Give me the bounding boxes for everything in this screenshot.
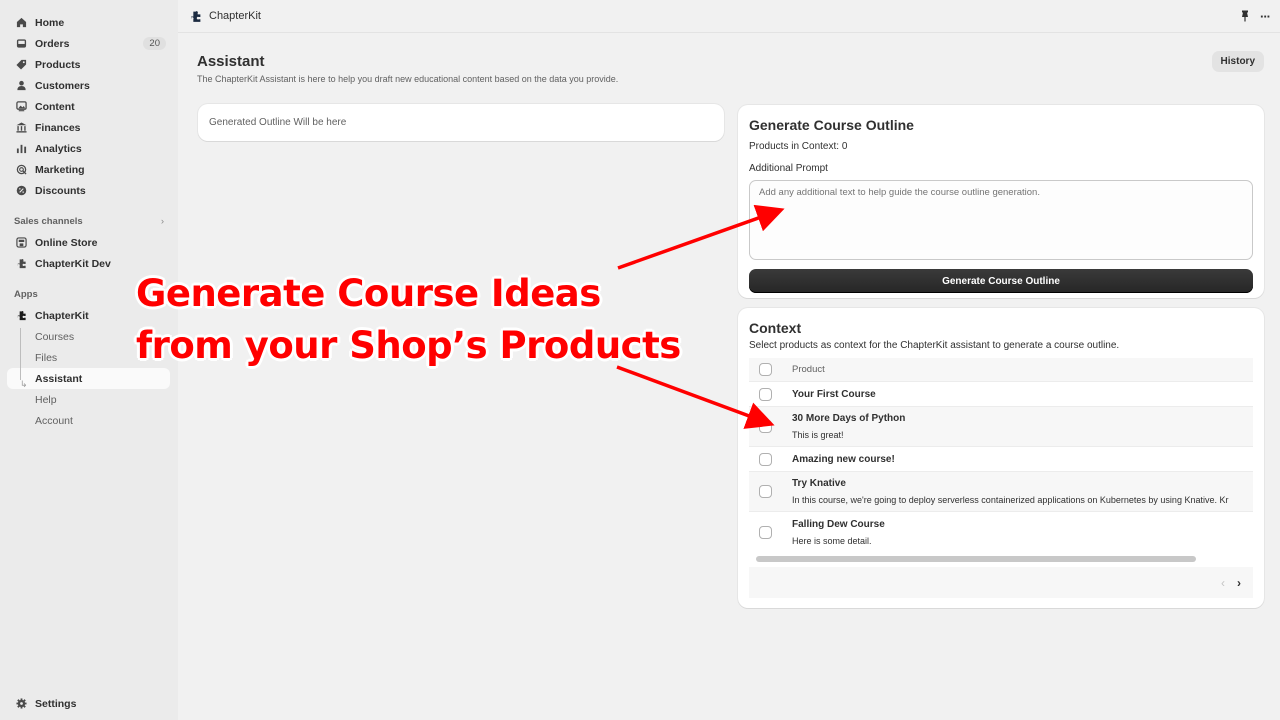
bank-icon — [15, 122, 27, 134]
generate-outline-card: Generate Course Outline Products in Cont… — [738, 105, 1264, 298]
product-name: 30 More Days of Python — [792, 413, 906, 424]
table-row[interactable]: Falling Dew Course Here is some detail. — [749, 512, 1253, 552]
home-icon — [15, 17, 27, 29]
sidebar-subitem-help[interactable]: Help — [0, 389, 178, 410]
sidebar-item-discounts[interactable]: Discounts — [0, 180, 178, 201]
products-in-context-count: Products in Context: 0 — [749, 141, 848, 152]
sidebar-item-marketing[interactable]: Marketing — [0, 159, 178, 180]
sidebar-subitem-account[interactable]: Account — [0, 410, 178, 431]
previous-page-button[interactable]: ‹ — [1221, 576, 1225, 590]
outline-placeholder-text: Generated Outline Will be here — [209, 117, 347, 128]
sidebar-item-customers[interactable]: Customers — [0, 75, 178, 96]
image-icon — [15, 101, 27, 113]
column-header-product: Product — [792, 364, 825, 375]
generate-course-outline-button[interactable]: Generate Course Outline — [749, 269, 1253, 293]
page-title: Assistant — [197, 53, 265, 70]
generate-outline-title: Generate Course Outline — [749, 117, 914, 133]
sidebar-item-settings[interactable]: Settings — [0, 693, 178, 714]
additional-prompt-input[interactable] — [749, 180, 1253, 260]
table-header-row: Product — [749, 358, 1253, 382]
sidebar-item-orders[interactable]: Orders 20 — [0, 33, 178, 54]
discount-icon — [15, 185, 27, 197]
puzzle-icon — [15, 310, 27, 322]
sidebar-item-content[interactable]: Content — [0, 96, 178, 117]
store-icon — [15, 237, 27, 249]
product-name: Falling Dew Course — [792, 518, 885, 530]
product-name: Try Knative — [792, 478, 846, 489]
product-detail: Here is some detail. — [792, 535, 872, 546]
table-row[interactable]: Amazing new course! — [749, 447, 1253, 472]
chevron-right-icon: › — [160, 215, 164, 227]
orders-count-badge: 20 — [143, 37, 166, 50]
sidebar-subitem-courses[interactable]: Courses — [0, 326, 178, 347]
next-page-button[interactable]: › — [1237, 576, 1241, 590]
tree-arrow-icon: ↳ — [20, 379, 28, 389]
context-card: Context Select products as context for t… — [738, 308, 1264, 608]
chapterkit-logo-icon — [189, 10, 202, 23]
app-topbar: ChapterKit ··· — [178, 0, 1280, 33]
product-name: Amazing new course! — [792, 453, 895, 465]
history-button[interactable]: History — [1211, 51, 1264, 72]
additional-prompt-label: Additional Prompt — [749, 163, 828, 174]
page-subtitle: The ChapterKit Assistant is here to help… — [197, 74, 619, 84]
products-table: Product Your First Course 30 More Days o… — [749, 358, 1253, 552]
person-icon — [15, 80, 27, 92]
sidebar-item-analytics[interactable]: Analytics — [0, 138, 178, 159]
context-description: Select products as context for the Chapt… — [749, 340, 1120, 351]
sidebar-item-products[interactable]: Products — [0, 54, 178, 75]
pagination: ‹ › — [749, 567, 1253, 598]
sidebar-item-home[interactable]: Home — [0, 12, 178, 33]
context-title: Context — [749, 320, 802, 336]
row-checkbox[interactable] — [759, 387, 772, 401]
more-horizontal-icon[interactable]: ··· — [1260, 9, 1271, 24]
table-row[interactable]: 30 More Days of Python This is great! — [749, 407, 1253, 447]
row-checkbox[interactable] — [759, 525, 772, 539]
horizontal-scrollbar[interactable] — [756, 556, 1196, 562]
pin-icon[interactable] — [1240, 10, 1250, 22]
sidebar-subitem-assistant[interactable]: Assistant — [7, 368, 170, 389]
row-checkbox[interactable] — [759, 452, 772, 466]
row-checkbox[interactable] — [759, 420, 772, 433]
table-row[interactable]: Your First Course — [749, 382, 1253, 407]
sidebar-item-chapterkit-dev[interactable]: ChapterKit Dev — [0, 253, 178, 274]
tree-connector — [20, 328, 21, 380]
sales-channels-header[interactable]: Sales channels › — [0, 213, 178, 229]
product-detail: In this course, we're going to deploy se… — [792, 495, 1229, 505]
apps-header: Apps — [14, 288, 38, 300]
inbox-icon — [15, 38, 27, 50]
main-content: Assistant The ChapterKit Assistant is he… — [178, 33, 1280, 720]
product-detail: This is great! — [792, 430, 844, 440]
gear-icon — [15, 698, 27, 710]
bar-chart-icon — [15, 143, 27, 155]
app-name: ChapterKit — [209, 10, 261, 22]
puzzle-icon — [15, 258, 27, 270]
sidebar-subitem-files[interactable]: Files — [0, 347, 178, 368]
tag-icon — [15, 59, 27, 71]
target-icon — [15, 164, 27, 176]
product-name: Your First Course — [792, 388, 876, 400]
row-checkbox[interactable] — [759, 485, 772, 498]
sidebar-item-chapterkit[interactable]: ChapterKit — [0, 305, 178, 326]
sidebar: Home Orders 20 Products Customers Conten… — [0, 0, 178, 720]
table-row[interactable]: Try Knative In this course, we're going t… — [749, 472, 1253, 512]
generated-outline-card: Generated Outline Will be here — [198, 104, 724, 141]
select-all-checkbox[interactable] — [759, 363, 772, 376]
sidebar-item-finances[interactable]: Finances — [0, 117, 178, 138]
sidebar-item-online-store[interactable]: Online Store — [0, 232, 178, 253]
